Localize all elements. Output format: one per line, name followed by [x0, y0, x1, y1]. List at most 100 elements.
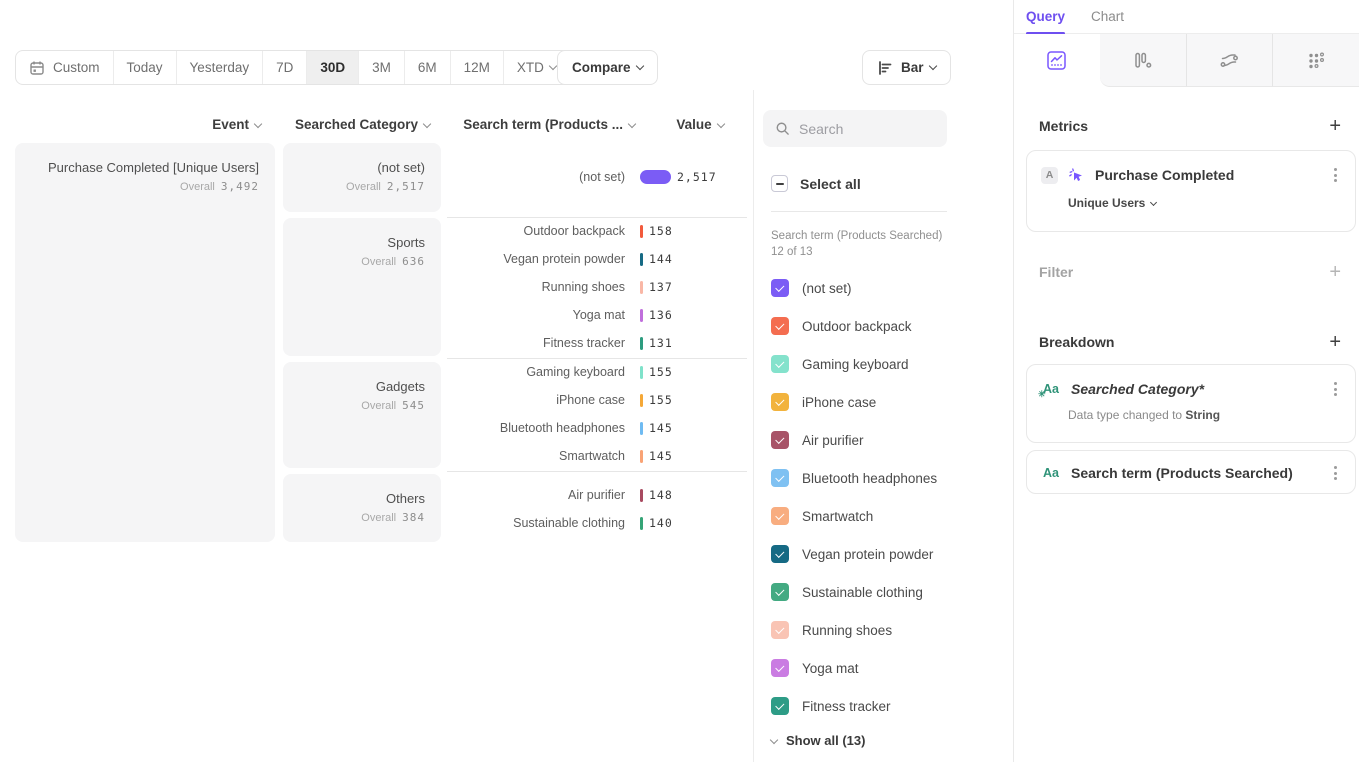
date-custom-button[interactable]: Custom: [16, 51, 114, 84]
search-input[interactable]: [799, 121, 929, 137]
series-checkbox-item[interactable]: Yoga mat: [771, 659, 859, 677]
column-header-event[interactable]: Event: [15, 117, 275, 132]
date-6m-button[interactable]: 6M: [405, 51, 451, 84]
breakdown-title: Breakdown: [1039, 334, 1114, 350]
category-cell[interactable]: Gadgets Overall545: [283, 362, 441, 468]
table-row[interactable]: Running shoes137: [447, 273, 747, 301]
value-bar: [640, 309, 643, 322]
bar-chart-icon: [877, 60, 893, 76]
series-checkbox-item[interactable]: Outdoor backpack: [771, 317, 912, 335]
insights-icon: [1046, 50, 1067, 71]
series-checkbox-item[interactable]: Air purifier: [771, 431, 864, 449]
event-cell[interactable]: Purchase Completed [Unique Users] Overal…: [15, 143, 275, 542]
event-overall: Overall3,492: [25, 180, 259, 193]
table-row[interactable]: Air purifier148: [447, 481, 747, 509]
date-yesterday-button[interactable]: Yesterday: [177, 51, 264, 84]
select-all-checkbox[interactable]: Select all: [771, 175, 861, 192]
date-12m-button[interactable]: 12M: [451, 51, 504, 84]
term-label: Yoga mat: [447, 308, 640, 322]
checkbox-checked-icon: [771, 583, 789, 601]
series-checkbox-item[interactable]: Sustainable clothing: [771, 583, 923, 601]
category-cell[interactable]: Sports Overall636: [283, 218, 441, 356]
metric-card[interactable]: A Purchase Completed Unique Users: [1026, 150, 1356, 232]
category-cell[interactable]: (not set) Overall2,517: [283, 143, 441, 212]
compare-button[interactable]: Compare: [557, 50, 658, 85]
term-label: Sustainable clothing: [447, 516, 640, 530]
series-checkbox-item[interactable]: Smartwatch: [771, 507, 873, 525]
column-header-value[interactable]: Value: [655, 117, 745, 132]
value-label: 144: [649, 252, 673, 266]
table-row[interactable]: Smartwatch145: [447, 442, 747, 470]
chevron-down-icon: [1150, 199, 1157, 206]
date-30d-button[interactable]: 30D: [307, 51, 359, 84]
chart-type-button[interactable]: Bar: [862, 50, 951, 85]
event-sparkle-icon: [1068, 167, 1085, 184]
table-row[interactable]: Gaming keyboard155: [447, 358, 747, 386]
table-row[interactable]: Vegan protein powder144: [447, 245, 747, 273]
add-breakdown-button[interactable]: +: [1329, 335, 1341, 349]
date-range-control: Custom Today Yesterday 7D 30D 3M 6M 12M …: [15, 50, 570, 85]
value-label: 155: [649, 393, 673, 407]
value-label: 2,517: [677, 170, 717, 184]
series-checkbox-item[interactable]: Vegan protein powder: [771, 545, 933, 563]
term-label: Bluetooth headphones: [447, 421, 640, 435]
value-bar: [640, 366, 643, 379]
add-filter-button[interactable]: +: [1329, 265, 1341, 279]
chevron-down-icon: [628, 120, 636, 128]
measure-selector[interactable]: Unique Users: [1027, 186, 1355, 210]
date-today-button[interactable]: Today: [114, 51, 177, 84]
column-header-category[interactable]: Searched Category: [283, 117, 441, 132]
table-row[interactable]: Yoga mat 136: [447, 301, 747, 329]
tab-flows[interactable]: [1186, 34, 1273, 87]
checkbox-checked-icon: [771, 393, 789, 411]
table-row[interactable]: Fitness tracker131: [447, 329, 747, 357]
series-checkbox-item[interactable]: Gaming keyboard: [771, 355, 909, 373]
checkbox-checked-icon: [771, 659, 789, 677]
checkbox-checked-icon: [771, 317, 789, 335]
table-row[interactable]: Sustainable clothing 140: [447, 509, 747, 537]
series-checkbox-item[interactable]: iPhone case: [771, 393, 876, 411]
date-3m-button[interactable]: 3M: [359, 51, 405, 84]
filter-title: Filter: [1039, 264, 1073, 280]
string-property-icon: Aa✳: [1041, 382, 1061, 396]
tab-query[interactable]: Query: [1026, 0, 1065, 34]
series-checkbox-item[interactable]: Fitness tracker: [771, 697, 891, 715]
kebab-menu-icon[interactable]: [1330, 462, 1341, 484]
table-row[interactable]: (not set) 2,517: [447, 163, 747, 191]
tab-funnels[interactable]: [1100, 34, 1186, 87]
analytics-app: Custom Today Yesterday 7D 30D 3M 6M 12M …: [0, 0, 1359, 762]
table-row[interactable]: Bluetooth headphones145: [447, 414, 747, 442]
value-label: 140: [649, 516, 673, 530]
metric-name: Purchase Completed: [1095, 167, 1320, 183]
value-bar: [640, 225, 643, 238]
date-7d-button[interactable]: 7D: [263, 51, 307, 84]
table-row[interactable]: Outdoor backpack158: [447, 217, 747, 245]
search-icon: [775, 121, 790, 136]
tab-insights[interactable]: [1014, 34, 1100, 87]
select-all-label: Select all: [800, 176, 861, 192]
category-name: Sports: [293, 235, 425, 250]
series-checkbox-item[interactable]: Bluetooth headphones: [771, 469, 937, 487]
series-checkbox-item[interactable]: Running shoes: [771, 621, 892, 639]
search-box[interactable]: [763, 110, 947, 147]
tab-chart[interactable]: Chart: [1091, 0, 1124, 34]
checkbox-checked-icon: [771, 279, 789, 297]
column-header-term[interactable]: Search term (Products ...: [447, 117, 640, 132]
add-metric-button[interactable]: +: [1329, 119, 1341, 133]
breakdown-card[interactable]: Aa✳ Searched Category* Data type changed…: [1026, 364, 1356, 443]
kebab-menu-icon[interactable]: [1330, 378, 1341, 400]
chevron-down-icon: [716, 120, 724, 128]
table-row[interactable]: iPhone case155: [447, 386, 747, 414]
value-label: 136: [649, 308, 673, 322]
chevron-down-icon: [770, 735, 778, 743]
checkbox-checked-icon: [771, 621, 789, 639]
tab-retention[interactable]: [1272, 34, 1359, 87]
value-bar: [640, 450, 643, 463]
checkbox-checked-icon: [771, 469, 789, 487]
breakdown-card[interactable]: Aa Search term (Products Searched): [1026, 450, 1356, 494]
show-all-button[interactable]: Show all (13): [771, 733, 865, 748]
kebab-menu-icon[interactable]: [1330, 164, 1341, 186]
series-checkbox-item[interactable]: (not set): [771, 279, 852, 297]
category-cell[interactable]: Others Overall384: [283, 474, 441, 542]
term-label: Fitness tracker: [447, 336, 640, 350]
